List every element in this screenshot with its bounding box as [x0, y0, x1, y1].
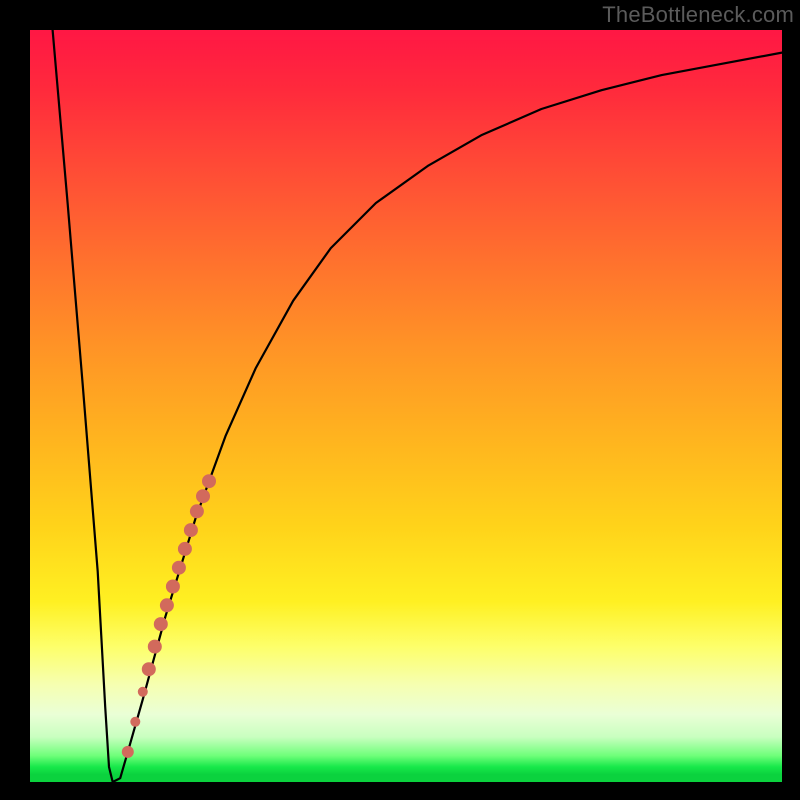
highlight-dots — [122, 474, 216, 758]
highlight-dot — [142, 662, 156, 676]
highlight-dot — [130, 717, 140, 727]
highlight-dot — [178, 542, 192, 556]
highlight-dot — [190, 504, 204, 518]
plot-area — [30, 30, 782, 782]
highlight-dot — [138, 687, 148, 697]
chart-svg — [30, 30, 782, 782]
highlight-dot — [154, 617, 168, 631]
highlight-dot — [184, 523, 198, 537]
bottleneck-curve — [53, 30, 782, 782]
watermark-text: TheBottleneck.com — [602, 2, 794, 28]
highlight-dot — [160, 598, 174, 612]
highlight-dot — [166, 580, 180, 594]
chart-frame: TheBottleneck.com — [0, 0, 800, 800]
highlight-dot — [202, 474, 216, 488]
highlight-dot — [196, 489, 210, 503]
highlight-dot — [122, 746, 134, 758]
highlight-dot — [148, 640, 162, 654]
highlight-dot — [172, 561, 186, 575]
